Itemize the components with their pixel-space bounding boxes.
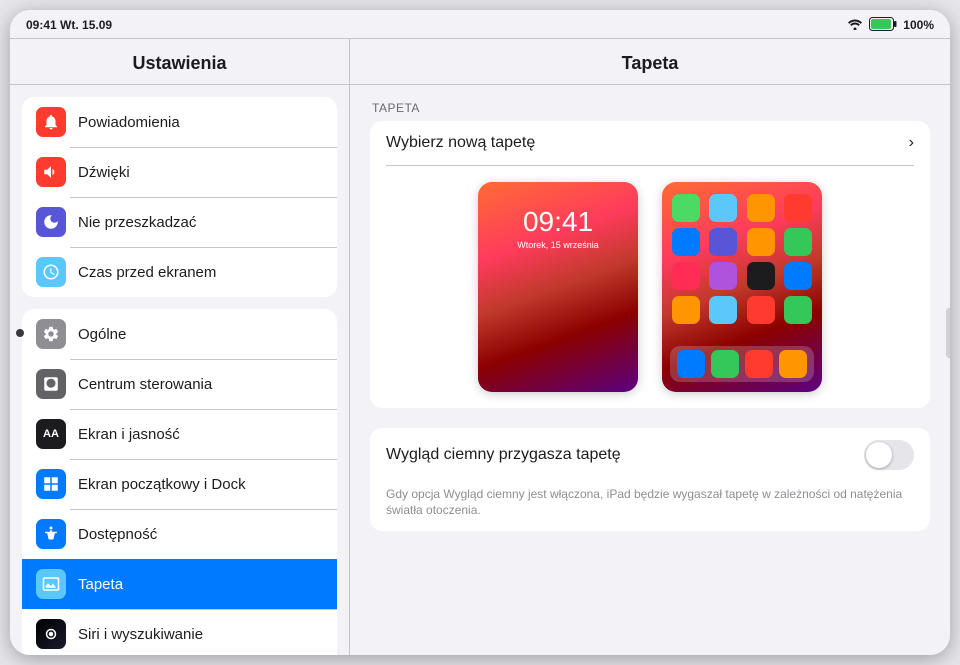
sidebar-item-centrum[interactable]: Centrum sterowania	[22, 359, 337, 409]
wallpaper-card: Wybierz nową tapetę › 09:41 Wtorek, 15 w…	[370, 121, 930, 408]
ekran-label: Ekran i jasność	[78, 426, 180, 443]
powiadomienia-icon	[36, 107, 66, 137]
ogolne-label: Ogólne	[78, 326, 126, 343]
lockscreen-preview: 09:41 Wtorek, 15 września	[478, 182, 638, 392]
siri-icon	[36, 619, 66, 649]
ipad-frame: 09:41 Wt. 15.09 100% Ustawienia	[10, 10, 950, 655]
chevron-icon: ›	[909, 134, 914, 152]
sidebar-group-1: Powiadomienia Dźwięki Nie przeszkadzać	[22, 97, 337, 297]
home-app-grid	[670, 194, 814, 324]
side-button[interactable]	[946, 308, 950, 358]
sidebar-item-czas-ekran[interactable]: Czas przed ekranem	[22, 247, 337, 297]
content-title: Tapeta	[350, 39, 950, 85]
siri-label: Siri i wyszukiwanie	[78, 626, 203, 643]
dark-appearance-label: Wygląd ciemny przygasza tapetę	[386, 446, 621, 464]
dostepnosc-label: Dostępność	[78, 526, 157, 543]
sidebar-item-tapeta[interactable]: Tapeta	[22, 559, 337, 609]
choose-wallpaper-row[interactable]: Wybierz nową tapetę ›	[370, 121, 930, 165]
sidebar-item-ekran-poczatkowy[interactable]: Ekran początkowy i Dock	[22, 459, 337, 509]
battery-percent: 100%	[903, 18, 934, 32]
status-indicators: 100%	[847, 17, 934, 34]
ekran-icon: AA	[36, 419, 66, 449]
status-time: 09:41 Wt. 15.09	[26, 18, 112, 32]
helper-text: Gdy opcja Wygląd ciemny jest włączona, i…	[370, 482, 930, 532]
dark-appearance-toggle-row: Wygląd ciemny przygasza tapetę	[370, 428, 930, 482]
sidebar-item-ekran[interactable]: AA Ekran i jasność	[22, 409, 337, 459]
sidebar-item-dzwieki[interactable]: Dźwięki	[22, 147, 337, 197]
ogolne-icon	[36, 319, 66, 349]
ekran-poczatkowy-icon	[36, 469, 66, 499]
tapeta-icon	[36, 569, 66, 599]
dark-appearance-toggle[interactable]	[864, 440, 914, 470]
dzwieki-icon	[36, 157, 66, 187]
sidebar-group-2: Ogólne Centrum sterowania AA Ekran i jas…	[22, 309, 337, 655]
dostepnosc-icon	[36, 519, 66, 549]
czas-ekran-icon	[36, 257, 66, 287]
sidebar-title: Ustawienia	[10, 39, 349, 85]
lock-date: Wtorek, 15 września	[478, 240, 638, 250]
powiadomienia-label: Powiadomienia	[78, 114, 180, 131]
wifi-icon	[847, 18, 863, 33]
home-dock	[670, 346, 814, 382]
content-scroll: TAPETA Wybierz nową tapetę › 09:41 Wtore…	[350, 85, 950, 655]
main-content: Ustawienia Powiadomienia Dźwięki	[10, 38, 950, 655]
battery-icon	[869, 17, 897, 34]
toggle-card: Wygląd ciemny przygasza tapetę Gdy opcja…	[370, 428, 930, 532]
choose-wallpaper-label: Wybierz nową tapetę	[386, 134, 535, 152]
sidebar-scroll: Powiadomienia Dźwięki Nie przeszkadzać	[10, 85, 349, 655]
sidebar-item-dostepnosc[interactable]: Dostępność	[22, 509, 337, 559]
content-area: Tapeta TAPETA Wybierz nową tapetę › 09:4…	[350, 39, 950, 655]
centrum-label: Centrum sterowania	[78, 376, 212, 393]
ekran-poczatkowy-label: Ekran początkowy i Dock	[78, 476, 246, 493]
status-bar: 09:41 Wt. 15.09 100%	[10, 10, 950, 38]
homescreen-preview	[662, 182, 822, 392]
czas-ekran-label: Czas przed ekranem	[78, 264, 216, 281]
sidebar-item-nie-przeszkadzac[interactable]: Nie przeszkadzać	[22, 197, 337, 247]
nie-przeszkadzac-icon	[36, 207, 66, 237]
front-camera-dot	[16, 329, 24, 337]
sidebar-item-siri[interactable]: Siri i wyszukiwanie	[22, 609, 337, 655]
nie-przeszkadzac-label: Nie przeszkadzać	[78, 214, 196, 231]
centrum-icon	[36, 369, 66, 399]
sidebar: Ustawienia Powiadomienia Dźwięki	[10, 39, 350, 655]
section-label: TAPETA	[370, 101, 930, 115]
dzwieki-label: Dźwięki	[78, 164, 130, 181]
sidebar-item-powiadomienia[interactable]: Powiadomienia	[22, 97, 337, 147]
tapeta-label: Tapeta	[78, 576, 123, 593]
wallpaper-previews: 09:41 Wtorek, 15 września	[370, 166, 930, 408]
sidebar-item-ogolne[interactable]: Ogólne	[22, 309, 337, 359]
lock-time: 09:41	[478, 206, 638, 238]
